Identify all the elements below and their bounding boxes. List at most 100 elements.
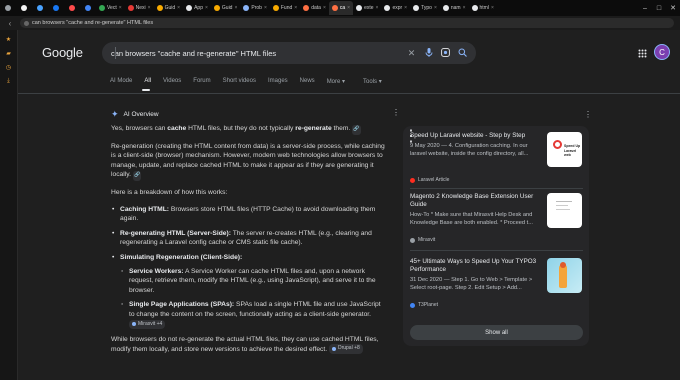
pinned-tab[interactable] — [32, 1, 48, 15]
microphone-icon[interactable] — [424, 47, 433, 59]
source-title[interactable]: Speed Up Laravel website - Step by Step — [410, 132, 542, 140]
card-divider — [410, 250, 583, 251]
tab-close-icon[interactable]: × — [347, 5, 350, 11]
tab-favicon-icon — [53, 5, 59, 11]
tab-close-icon[interactable]: × — [294, 5, 297, 11]
browser-tab[interactable]: Guid × — [154, 1, 183, 15]
tab-favicon-icon — [99, 5, 105, 11]
site-info-icon[interactable] — [24, 20, 29, 26]
browser-tab[interactable]: data × — [300, 1, 329, 15]
tab-all[interactable]: All — [144, 78, 151, 85]
maximize-icon[interactable]: □ — [652, 5, 666, 12]
download-icon[interactable]: ⤓ — [5, 78, 12, 85]
tab-favicon-icon — [243, 5, 250, 11]
tab-tools[interactable]: Tools ▾ — [363, 78, 382, 85]
sub-list: Service Workers: A Service Worker can ca… — [120, 267, 387, 330]
tab-videos[interactable]: Videos — [163, 78, 181, 85]
tab-close-icon[interactable]: × — [323, 5, 326, 11]
browser-tab[interactable]: Vect × — [96, 1, 125, 15]
source-site: Mirasvit — [410, 237, 435, 243]
tab-favicon-icon — [69, 5, 75, 11]
link-icon[interactable]: 🔗 — [352, 125, 361, 135]
tab-close-icon[interactable]: × — [205, 5, 208, 11]
ai-overview-title: AI Overview — [123, 111, 159, 118]
pinned-tab[interactable] — [0, 1, 16, 15]
pinned-tab[interactable] — [80, 1, 96, 15]
tab-label: html — [479, 5, 489, 11]
tab-favicon-icon — [331, 5, 338, 11]
browser-tab[interactable]: Guid × — [211, 1, 240, 15]
source-chip[interactable]: Mirasvit +4 — [129, 319, 166, 330]
browser-tab[interactable]: App × — [183, 1, 211, 15]
search-box[interactable]: can browsers "cache and re-generate" HTM… — [102, 42, 476, 64]
source-chip[interactable]: Drupal +8 — [328, 344, 363, 355]
account-avatar[interactable]: C — [654, 44, 670, 60]
text: Yes, browsers can — [111, 125, 168, 132]
chevron-down-icon: ▾ — [342, 79, 346, 85]
browser-tab[interactable]: expr × — [381, 1, 410, 15]
tab-close-icon[interactable]: × — [234, 5, 237, 11]
pinned-tab[interactable] — [16, 1, 32, 15]
source-thumbnail — [547, 193, 582, 228]
search-input[interactable]: can browsers "cache and re-generate" HTM… — [111, 49, 399, 58]
tab-ai-mode[interactable]: AI Mode — [110, 78, 132, 85]
site-favicon — [410, 237, 415, 243]
header-divider — [18, 93, 680, 94]
tab-forum[interactable]: Forum — [193, 78, 210, 85]
source-card[interactable]: Speed Up Laravel website - Step by Step … — [410, 132, 583, 183]
tab-news[interactable]: News — [300, 78, 315, 85]
list-item: Caching HTML: Browsers store HTML files … — [111, 205, 387, 224]
tab-short-videos[interactable]: Short videos — [223, 78, 256, 85]
browser-tab[interactable]: nam × — [440, 1, 469, 15]
item-title: Single Page Applications (SPAs): — [129, 301, 235, 309]
tab-close-icon[interactable]: × — [404, 5, 407, 11]
text: effect. — [309, 346, 328, 354]
answer-paragraph: Yes, browsers can cache HTML files, but … — [111, 124, 387, 135]
back-icon[interactable]: ‹ — [6, 19, 14, 28]
source-favicon — [132, 322, 136, 327]
tab-close-icon[interactable]: × — [177, 5, 180, 11]
browser-tab[interactable]: Typo × — [410, 1, 440, 15]
source-title[interactable]: 45+ Ultimate Ways to Speed Up Your TYPO3… — [410, 258, 542, 275]
google-logo[interactable]: Google — [42, 45, 83, 60]
apps-grid-icon[interactable] — [638, 49, 647, 60]
tab-close-icon[interactable]: × — [264, 5, 267, 11]
tab-close-icon[interactable]: × — [463, 5, 466, 11]
browser-tab[interactable]: Prob × — [240, 1, 269, 15]
browser-tab[interactable]: ca × — [328, 1, 354, 15]
url-field[interactable]: can browsers "cache and re-generate" HTM… — [20, 18, 674, 28]
tab-close-icon[interactable]: × — [376, 5, 379, 11]
tab-label: exte — [364, 5, 374, 11]
folder-icon[interactable]: ▰ — [5, 50, 12, 57]
close-window-icon[interactable]: ✕ — [666, 4, 680, 12]
pinned-tab[interactable] — [48, 1, 64, 15]
search-icon[interactable] — [458, 48, 467, 59]
clear-icon[interactable]: ✕ — [407, 48, 416, 59]
tab-close-icon[interactable]: × — [148, 5, 151, 11]
source-title[interactable]: Magento 2 Knowledge Base Extension User … — [410, 193, 542, 210]
source-card[interactable]: Magento 2 Knowledge Base Extension User … — [410, 193, 583, 245]
tab-more[interactable]: More ▾ — [327, 78, 345, 85]
tab-favicon-icon — [21, 5, 27, 11]
show-all-button[interactable]: Show all — [410, 325, 583, 340]
browser-tab[interactable]: exte × — [353, 1, 381, 15]
tab-close-icon[interactable]: × — [491, 5, 494, 11]
tab-close-icon[interactable]: × — [119, 5, 122, 11]
panel-more-icon[interactable]: ⋮ — [584, 110, 592, 119]
history-icon[interactable]: ◷ — [5, 64, 12, 71]
browser-tab[interactable]: Fund × — [270, 1, 300, 15]
source-card[interactable]: 45+ Ultimate Ways to Speed Up Your TYPO3… — [410, 258, 583, 310]
tab-close-icon[interactable]: × — [434, 5, 437, 11]
minimize-icon[interactable]: – — [638, 5, 652, 12]
browser-tab[interactable]: Nexi × — [125, 1, 154, 15]
text: them. — [331, 125, 351, 132]
ai-overview-body: Yes, browsers can cache HTML files, but … — [111, 124, 387, 362]
tab-label: Typo — [421, 5, 432, 11]
more-options-icon[interactable]: ⋮ — [392, 108, 400, 117]
pinned-tab[interactable] — [64, 1, 80, 15]
link-icon[interactable]: 🔗 — [132, 171, 142, 181]
lens-icon[interactable] — [441, 47, 450, 59]
tab-images[interactable]: Images — [268, 78, 288, 85]
star-icon[interactable]: ★ — [5, 36, 12, 43]
browser-tab[interactable]: html × — [469, 1, 497, 15]
